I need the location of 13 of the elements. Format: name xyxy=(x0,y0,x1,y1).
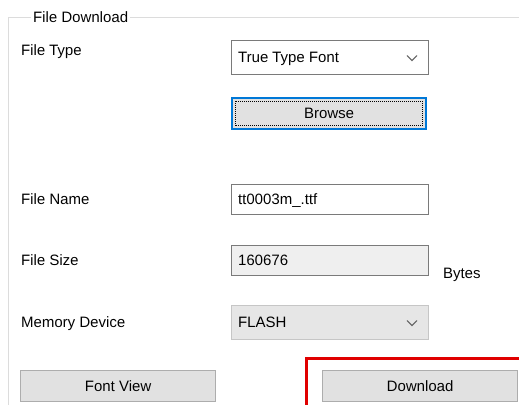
dropdown[interactable]: True Type Font xyxy=(231,40,429,75)
dropdown[interactable]: FLASH xyxy=(231,305,429,340)
field-label: Memory Device xyxy=(21,314,126,331)
browse-button[interactable]: Browse xyxy=(231,97,427,130)
field-label: File Type xyxy=(21,42,83,59)
action-button[interactable]: Download xyxy=(322,370,518,402)
field-label: File Name xyxy=(21,191,90,208)
input-field[interactable]: 160676 xyxy=(231,245,429,276)
input-field[interactable]: tt0003m_.ttf xyxy=(231,184,429,215)
group-title: File Download xyxy=(32,9,130,26)
unit-label: Bytes xyxy=(443,265,481,282)
action-button[interactable]: Font View xyxy=(20,370,216,402)
field-label: File Size xyxy=(21,252,80,269)
